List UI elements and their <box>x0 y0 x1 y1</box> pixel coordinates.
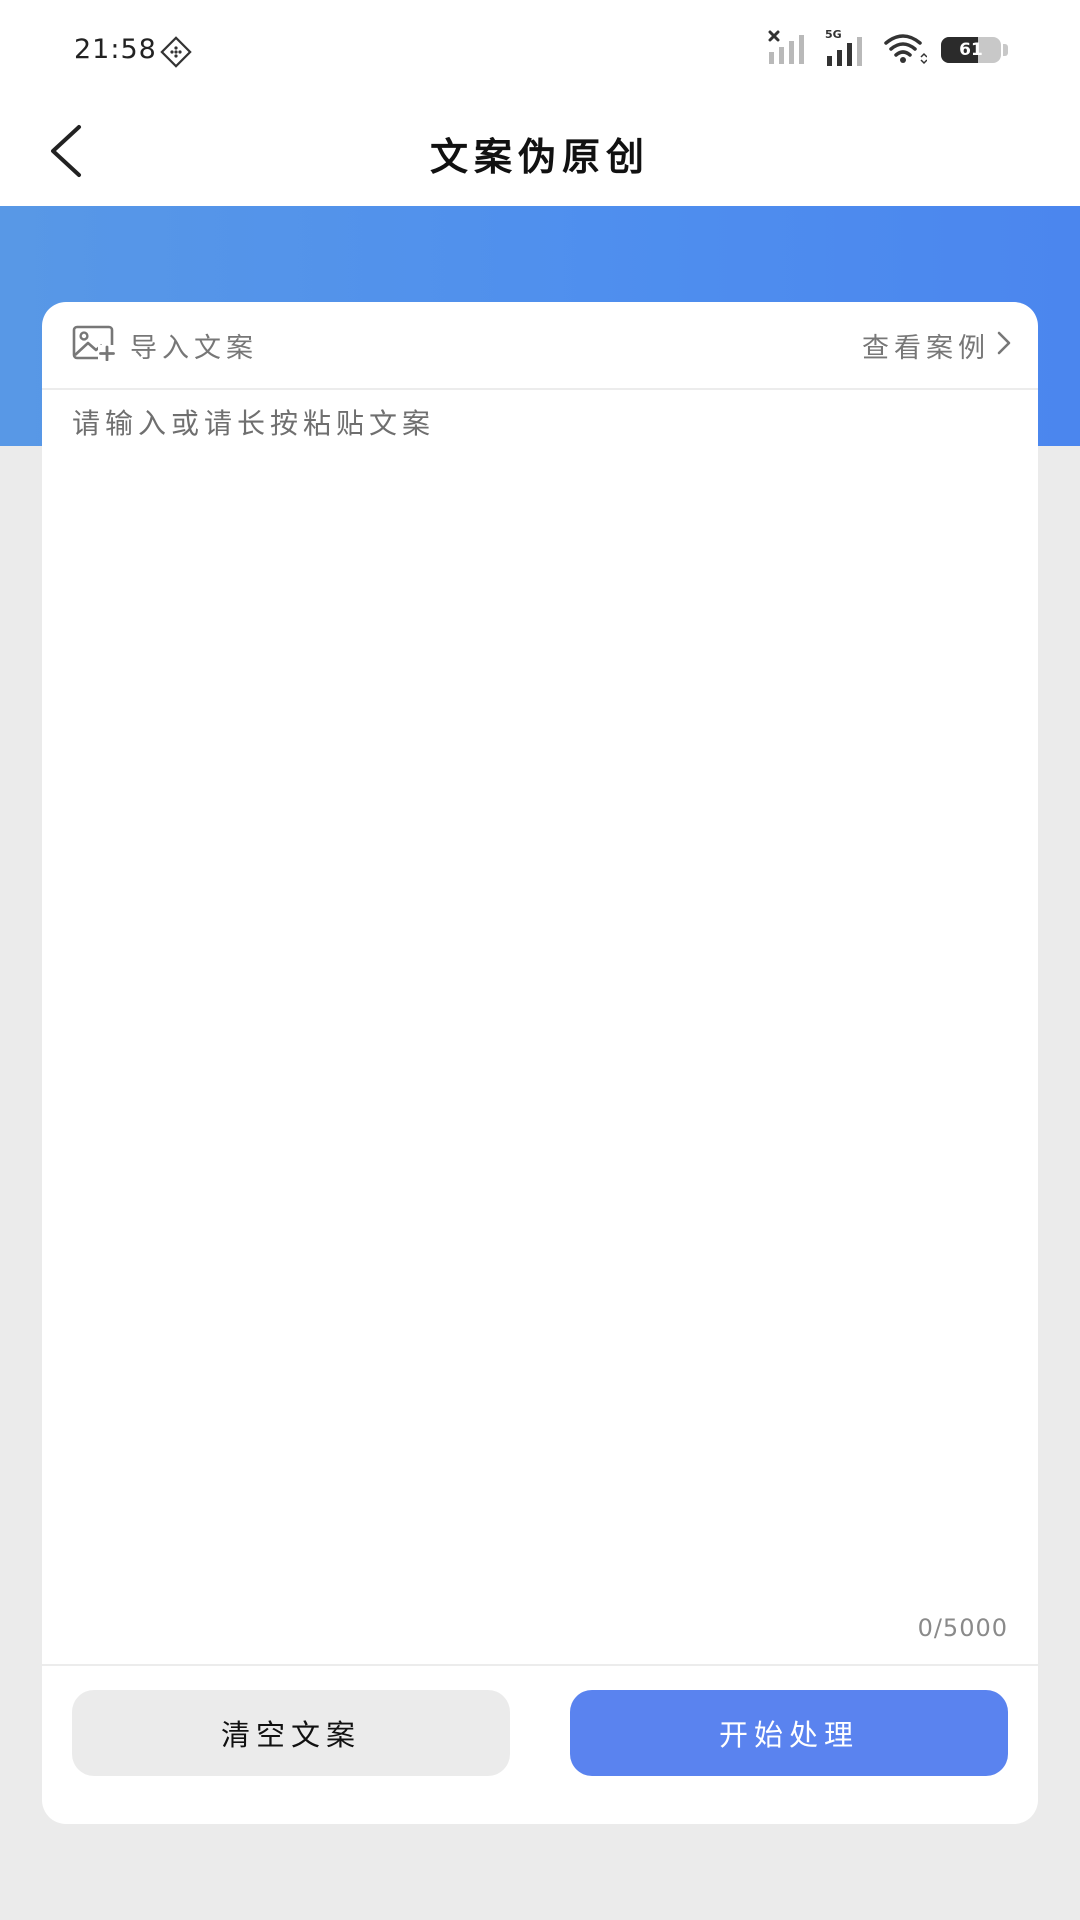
signal-5g-icon: 5G <box>825 28 869 68</box>
image-add-icon <box>72 325 116 365</box>
import-text-button[interactable]: 导入文案 <box>72 324 258 366</box>
copy-text-input[interactable] <box>72 402 1008 1562</box>
editor-card: 导入文案 查看案例 0/5000 清空文案 开始处理 <box>42 302 1038 1824</box>
signal-no-service-icon <box>767 30 811 70</box>
start-processing-button[interactable]: 开始处理 <box>570 1690 1008 1776</box>
chevron-right-icon <box>996 330 1012 360</box>
page-title: 文案伪原创 <box>429 135 650 179</box>
status-bar: 21:58 5G 61 <box>0 0 1080 100</box>
battery-level: 61 <box>959 40 983 60</box>
status-indicators: 5G 61 <box>767 28 1008 70</box>
app-notification-icon <box>160 36 192 68</box>
wifi-icon <box>883 31 928 69</box>
battery-icon: 61 <box>941 37 1001 63</box>
battery-tip <box>1003 44 1008 56</box>
view-examples-label: 查看案例 <box>862 332 990 364</box>
footer-divider <box>42 1664 1038 1666</box>
nav-bar: 文案伪原创 <box>0 100 1080 206</box>
import-text-label: 导入文案 <box>130 332 258 364</box>
view-examples-link[interactable]: 查看案例 <box>862 324 1012 366</box>
clear-text-button[interactable]: 清空文案 <box>72 1690 510 1776</box>
card-header: 导入文案 查看案例 <box>42 302 1038 390</box>
status-time: 21:58 <box>74 34 157 65</box>
character-counter: 0/5000 <box>917 1614 1008 1642</box>
